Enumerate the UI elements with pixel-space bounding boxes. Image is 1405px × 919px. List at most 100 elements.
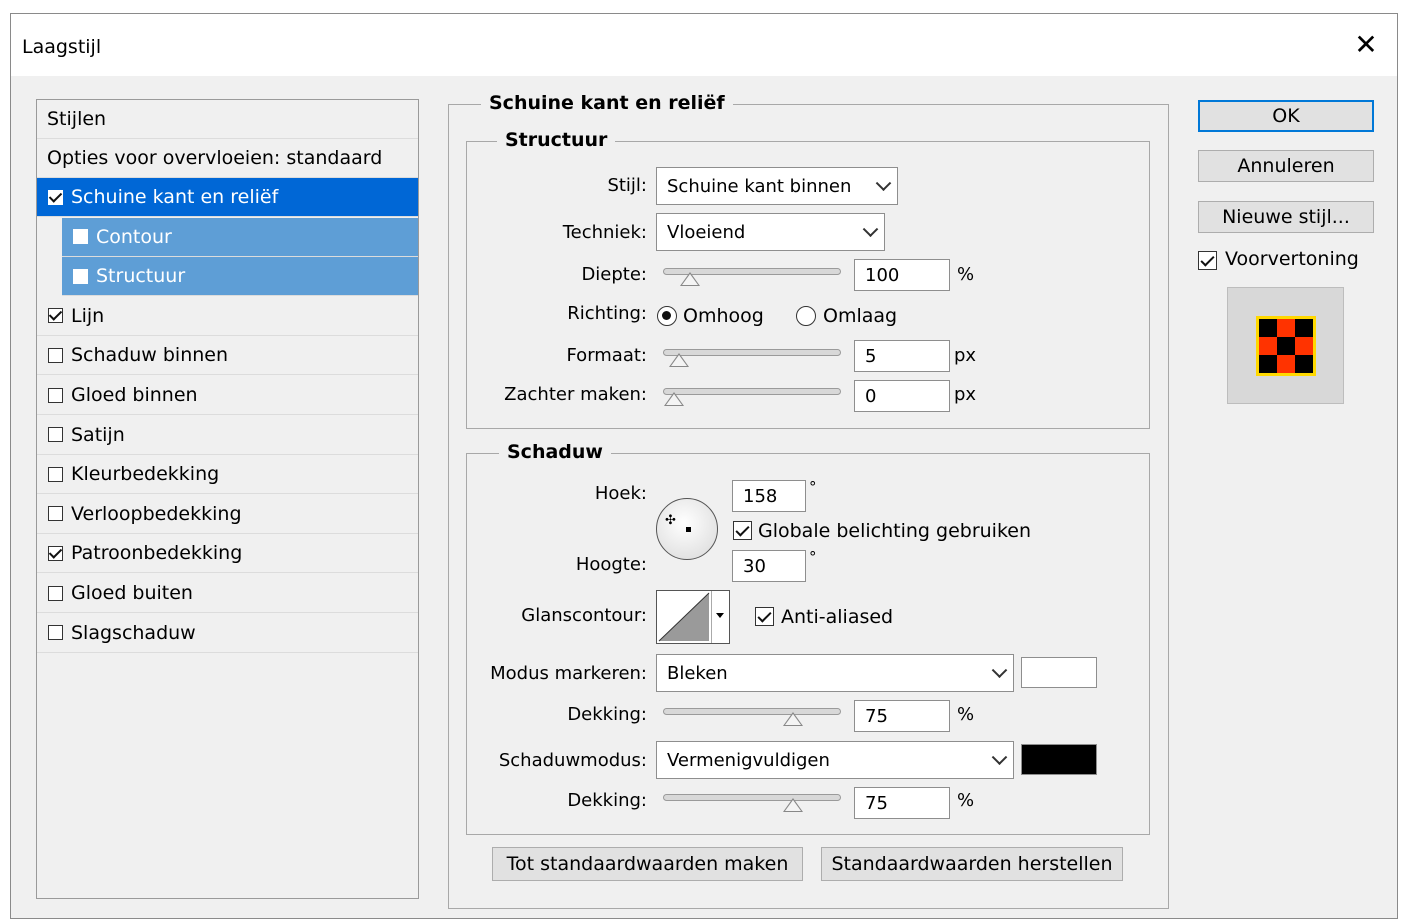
style-item[interactable]: Schaduw binnen [37, 336, 418, 376]
highlight-mode-label: Modus markeren: [490, 663, 647, 684]
slider-thumb[interactable] [679, 272, 700, 286]
preview-swatch [1256, 316, 1316, 376]
angle-unit: ° [809, 478, 817, 496]
style-item-label: Schaduw binnen [71, 344, 229, 367]
dropdown-area[interactable] [711, 591, 730, 643]
styles-panel: Stijlen Opties voor overvloeien: standaa… [36, 99, 419, 899]
ok-button[interactable]: OK [1198, 100, 1374, 132]
chevron-down-icon [991, 662, 1008, 679]
shadow-opacity-unit: % [957, 790, 975, 811]
checker-pattern-icon [1259, 319, 1313, 373]
direction-label: Richting: [567, 303, 647, 324]
style-item-label: Satijn [71, 423, 125, 446]
style-checkbox[interactable] [48, 585, 63, 601]
style-select[interactable]: Schuine kant binnen [656, 167, 898, 205]
depth-slider[interactable] [663, 268, 841, 286]
highlight-mode-select[interactable]: Bleken [656, 654, 1014, 692]
angle-dial[interactable]: ✣ [656, 498, 718, 560]
technique-select[interactable]: Vloeiend [656, 213, 885, 251]
style-item-label: Kleurbedekking [71, 463, 220, 486]
depth-unit: % [957, 264, 975, 285]
shadow-opacity-slider[interactable] [663, 794, 841, 812]
style-item-label: Slagschaduw [71, 621, 196, 644]
style-item-label: Verloopbedekking [71, 502, 242, 525]
close-icon[interactable]: ✕ [1351, 30, 1381, 60]
new-style-button[interactable]: Nieuwe stijl... [1198, 201, 1374, 233]
soften-input[interactable]: 0 [854, 380, 950, 412]
soften-slider[interactable] [663, 388, 841, 406]
chevron-down-icon [875, 175, 892, 192]
style-item-label: Contour [96, 225, 172, 248]
highlight-color-swatch[interactable] [1021, 657, 1097, 688]
gloss-contour-picker[interactable] [656, 590, 730, 644]
slider-thumb[interactable] [782, 798, 803, 812]
highlight-opacity-unit: % [957, 704, 975, 725]
styles-header[interactable]: Stijlen [37, 100, 418, 139]
style-checkbox[interactable] [48, 308, 63, 324]
altitude-unit: ° [809, 548, 817, 566]
style-item[interactable]: Contour [62, 217, 418, 257]
shadow-color-swatch[interactable] [1021, 744, 1097, 775]
layer-style-dialog: Laagstijl ✕ Stijlen Opties voor overvloe… [10, 13, 1398, 919]
size-unit: px [954, 345, 977, 366]
style-checkbox[interactable] [48, 387, 63, 403]
style-checkbox[interactable] [73, 229, 88, 245]
style-checkbox[interactable] [48, 506, 63, 522]
style-checkbox[interactable] [48, 189, 63, 205]
anti-aliased-checkbox[interactable] [755, 607, 774, 626]
shadow-opacity-input[interactable]: 75 [854, 787, 950, 819]
gloss-contour-label: Glanscontour: [521, 605, 647, 626]
slider-thumb[interactable] [668, 353, 689, 367]
style-item-label: Gloed binnen [71, 384, 198, 406]
reset-default-button[interactable]: Standaardwaarden herstellen [821, 847, 1123, 881]
style-item[interactable]: Verloopbedekking [37, 495, 418, 534]
anti-aliased-label: Anti-aliased [781, 606, 894, 628]
style-checkbox[interactable] [48, 347, 63, 363]
style-item[interactable]: Patroonbedekking [37, 534, 418, 574]
style-item-label: Schuine kant en reliëf [71, 186, 279, 208]
direction-up-radio[interactable] [657, 306, 677, 326]
shadow-opacity-label: Dekking: [567, 790, 647, 811]
global-light-checkbox[interactable] [733, 521, 752, 540]
altitude-input[interactable]: 30 [732, 550, 806, 582]
style-item[interactable]: Structuur [62, 257, 418, 297]
style-item-label: Structuur [96, 265, 186, 288]
style-item[interactable]: Kleurbedekking [37, 455, 418, 495]
chevron-down-icon [991, 749, 1008, 766]
size-label: Formaat: [566, 345, 647, 366]
bevel-group-title: Schuine kant en reliëf [481, 92, 733, 114]
size-slider[interactable] [663, 349, 841, 367]
slider-thumb[interactable] [664, 392, 684, 406]
style-item[interactable]: Lijn [37, 297, 418, 336]
style-item[interactable]: Satijn [37, 416, 418, 455]
size-input[interactable]: 5 [854, 340, 950, 372]
style-item[interactable]: Gloed buiten [37, 574, 418, 613]
preview-label: Voorvertoning [1225, 248, 1359, 270]
style-checkbox[interactable] [73, 268, 88, 284]
style-checkbox[interactable] [48, 545, 63, 561]
structure-title: Structuur [497, 129, 616, 151]
style-item-label: Patroonbedekking [71, 542, 243, 565]
style-item[interactable]: Slagschaduw [37, 614, 418, 653]
preview-checkbox[interactable] [1198, 251, 1217, 270]
chevron-down-icon [862, 221, 879, 238]
slider-thumb[interactable] [782, 712, 803, 726]
style-checkbox[interactable] [48, 427, 63, 443]
dialog-title: Laagstijl [22, 36, 102, 58]
highlight-opacity-slider[interactable] [663, 708, 841, 726]
blend-options-item[interactable]: Opties voor overvloeien: standaard [37, 139, 418, 178]
style-checkbox[interactable] [48, 466, 63, 482]
style-item[interactable]: Gloed binnen [37, 376, 418, 415]
shadow-mode-select[interactable]: Vermenigvuldigen [656, 741, 1014, 779]
highlight-opacity-input[interactable]: 75 [854, 700, 950, 732]
soften-unit: px [954, 384, 977, 405]
style-item[interactable]: Schuine kant en reliëf [37, 178, 418, 217]
make-default-button[interactable]: Tot standaardwaarden maken [492, 847, 803, 881]
depth-input[interactable]: 100 [854, 259, 950, 291]
angle-input[interactable]: 158 [732, 480, 806, 512]
direction-down-radio[interactable] [796, 306, 816, 326]
altitude-label: Hoogte: [575, 554, 647, 575]
cancel-button[interactable]: Annuleren [1198, 150, 1374, 182]
style-checkbox[interactable] [48, 625, 63, 641]
direction-up-label: Omhoog [683, 305, 764, 327]
